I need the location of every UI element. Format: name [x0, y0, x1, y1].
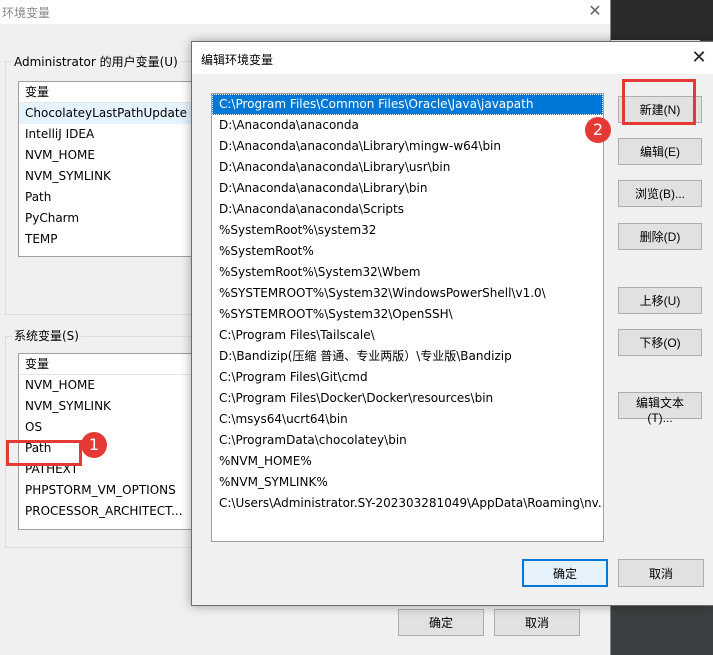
annotation-highlight-path [6, 440, 82, 466]
path-entry-row[interactable]: D:\Anaconda\anaconda\Library\bin [212, 178, 603, 199]
path-entry-row[interactable]: %SYSTEMROOT%\System32\OpenSSH\ [212, 304, 603, 325]
delete-button[interactable]: 删除(D) [618, 223, 702, 250]
browse-button[interactable]: 浏览(B)... [618, 180, 702, 207]
title-bar: 编辑环境变量 ✕ [192, 42, 713, 74]
edit-button[interactable]: 编辑(E) [618, 138, 702, 165]
path-entry-row[interactable]: %SystemRoot%\system32 [212, 220, 603, 241]
ide-background [610, 0, 713, 40]
list-header: 变量 [19, 354, 197, 375]
user-variable-row[interactable]: NVM_HOME [19, 145, 197, 166]
user-variable-row[interactable]: ChocolateyLastPathUpdate [19, 103, 197, 124]
close-icon[interactable]: ✕ [585, 0, 605, 22]
user-variables-label: Administrator 的用户变量(U) [12, 53, 180, 70]
path-entry-row[interactable]: C:\msys64\ucrt64\bin [212, 409, 603, 430]
move-down-button[interactable]: 下移(O) [618, 329, 702, 356]
user-variables-list[interactable]: 变量 ChocolateyLastPathUpdate IntelliJ IDEA… [18, 81, 198, 257]
path-entry-row[interactable]: D:\Anaconda\anaconda\Scripts [212, 199, 603, 220]
path-entry-row[interactable]: C:\Program Files\Docker\Docker\resources… [212, 388, 603, 409]
cancel-button[interactable]: 取消 [494, 609, 580, 636]
system-variable-row[interactable]: PROCESSOR_ARCHITECT... [19, 501, 197, 522]
path-entry-row[interactable]: C:\ProgramData\chocolatey\bin [212, 430, 603, 451]
path-entry-row[interactable]: D:\Anaconda\anaconda [212, 115, 603, 136]
system-variable-row[interactable]: PHPSTORM_VM_OPTIONS [19, 480, 197, 501]
annotation-highlight-new [622, 79, 696, 125]
dialog-title: 编辑环境变量 [201, 53, 274, 67]
path-entry-row[interactable]: %SYSTEMROOT%\System32\WindowsPowerShell\… [212, 283, 603, 304]
path-list[interactable]: C:\Program Files\Common Files\Oracle\Jav… [211, 93, 604, 542]
path-entry-row[interactable]: %SystemRoot% [212, 241, 603, 262]
edit-text-button[interactable]: 编辑文本(T)... [618, 392, 702, 425]
path-entry-row[interactable]: D:\Anaconda\anaconda\Library\usr\bin [212, 157, 603, 178]
dialog-title: 环境变量 [2, 6, 51, 20]
path-entry-row[interactable]: C:\Program Files\Tailscale\ [212, 325, 603, 346]
annotation-badge-1: 1 [81, 432, 107, 458]
user-variable-row[interactable]: NVM_SYMLINK [19, 166, 197, 187]
list-header: 变量 [19, 82, 197, 103]
user-variable-row[interactable]: PyCharm [19, 208, 197, 229]
path-entry-row[interactable]: D:\Anaconda\anaconda\Library\mingw-w64\b… [212, 136, 603, 157]
path-entry-row[interactable]: C:\Program Files\Git\cmd [212, 367, 603, 388]
path-entry-row[interactable]: %NVM_SYMLINK% [212, 472, 603, 493]
user-variable-row[interactable]: Path [19, 187, 197, 208]
path-entry-row[interactable]: D:\Bandizip(压缩 普通、专业两版）\专业版\Bandizip [212, 346, 603, 367]
system-variable-row[interactable]: NVM_HOME [19, 375, 197, 396]
ok-button[interactable]: 确定 [398, 609, 484, 636]
user-variable-row[interactable]: TEMP [19, 229, 197, 250]
path-entry-row[interactable]: C:\Users\Administrator.SY-202303281049\A… [212, 493, 603, 514]
user-variable-row[interactable]: IntelliJ IDEA [19, 124, 197, 145]
annotation-badge-2: 2 [585, 117, 611, 143]
path-entry-row[interactable]: C:\Program Files\Common Files\Oracle\Jav… [212, 94, 603, 115]
system-variable-row[interactable]: NVM_SYMLINK [19, 396, 197, 417]
title-bar: 环境变量 ✕ [0, 0, 610, 24]
cancel-button[interactable]: 取消 [618, 559, 704, 587]
path-entry-row[interactable]: %NVM_HOME% [212, 451, 603, 472]
close-icon[interactable]: ✕ [687, 46, 711, 70]
system-variables-label: 系统变量(S) [12, 327, 81, 344]
move-up-button[interactable]: 上移(U) [618, 287, 702, 314]
ide-background-bottom [610, 605, 713, 655]
path-entry-row[interactable]: %SystemRoot%\System32\Wbem [212, 262, 603, 283]
system-variable-row[interactable]: OS [19, 417, 197, 438]
edit-environment-variable-dialog: 编辑环境变量 ✕ C:\Program Files\Common Files\O… [191, 41, 713, 606]
ok-button[interactable]: 确定 [522, 559, 608, 587]
